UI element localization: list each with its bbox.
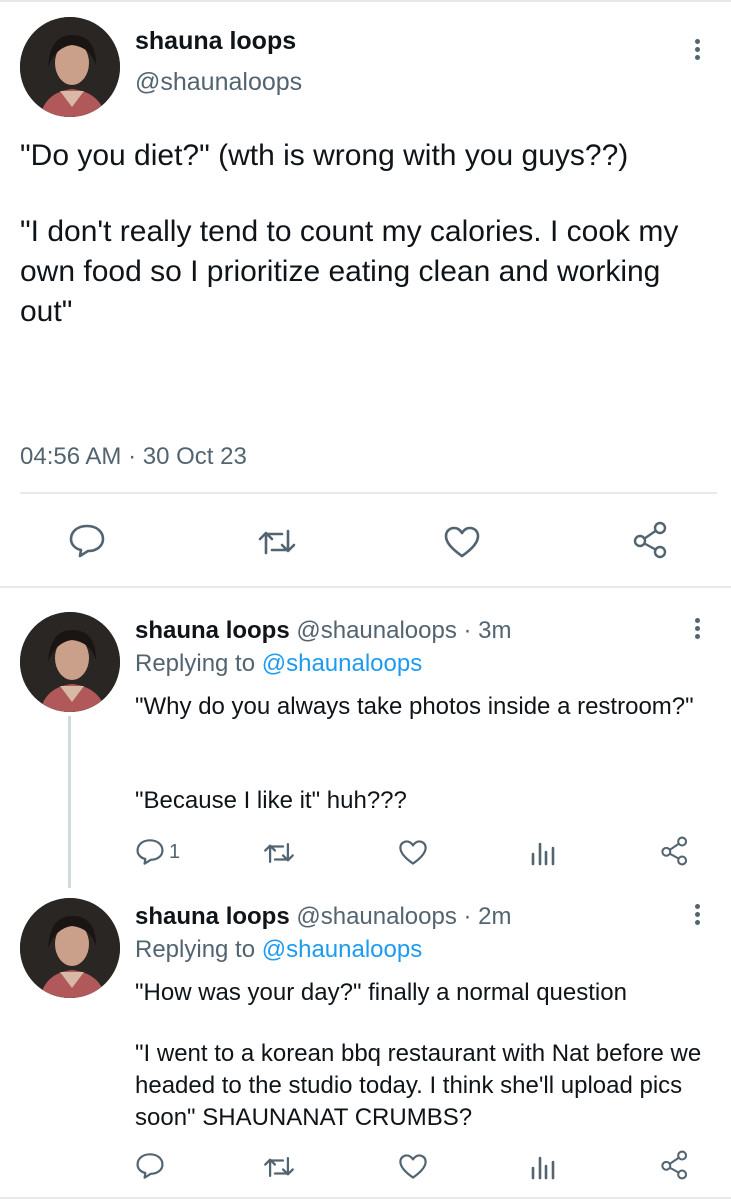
divider: [0, 1197, 731, 1199]
top-border: [0, 0, 731, 2]
display-name[interactable]: shauna loops: [135, 27, 296, 56]
like-icon[interactable]: [398, 839, 428, 866]
retweet-icon[interactable]: [262, 839, 296, 867]
analytics-icon[interactable]: [530, 838, 556, 866]
mention-link[interactable]: @shaunaloops: [262, 650, 422, 677]
divider: [0, 586, 731, 588]
display-name[interactable]: shauna loops: [135, 617, 290, 644]
avatar[interactable]: [20, 612, 120, 712]
more-options-icon[interactable]: [692, 618, 702, 642]
like-icon[interactable]: [443, 525, 481, 559]
tweet-text-line1: "Do you diet?" (wth is wrong with you gu…: [20, 139, 629, 172]
share-icon[interactable]: [660, 1150, 690, 1180]
thread-line: [68, 716, 71, 888]
replying-to: Replying to @shaunaloops: [135, 650, 422, 678]
handle[interactable]: @shaunaloops: [135, 68, 302, 97]
reply-header: shauna loops @shaunaloops · 2m: [135, 903, 512, 931]
more-options-icon[interactable]: [692, 904, 702, 928]
replying-to-label: Replying to: [135, 936, 262, 963]
tweet-timestamp[interactable]: 04:56 AM · 30 Oct 23: [20, 443, 247, 471]
reply-text-para2: "Because I like it" huh???: [135, 787, 407, 814]
display-name[interactable]: shauna loops: [135, 903, 290, 930]
more-options-icon[interactable]: [692, 39, 702, 63]
tweet-text-para2: "I don't really tend to count my calorie…: [20, 215, 687, 328]
handle-time[interactable]: @shaunaloops · 3m: [296, 617, 511, 644]
retweet-icon[interactable]: [256, 525, 298, 559]
handle-time[interactable]: @shaunaloops · 2m: [296, 903, 511, 930]
avatar[interactable]: [20, 17, 120, 117]
share-icon[interactable]: [632, 521, 670, 559]
reply-icon[interactable]: 1: [135, 838, 180, 866]
share-icon[interactable]: [660, 836, 690, 866]
avatar[interactable]: [20, 898, 120, 998]
reply-header: shauna loops @shaunaloops · 3m: [135, 617, 512, 645]
mention-link[interactable]: @shaunaloops: [262, 936, 422, 963]
like-icon[interactable]: [398, 1153, 428, 1180]
retweet-icon[interactable]: [262, 1153, 296, 1181]
reply-text-para1: "Why do you always take photos inside a …: [135, 693, 694, 720]
reply-icon[interactable]: [135, 1152, 169, 1180]
replying-to: Replying to @shaunaloops: [135, 936, 422, 964]
reply-text-para1: "How was your day?" finally a normal que…: [135, 979, 627, 1006]
divider: [20, 492, 717, 494]
analytics-icon[interactable]: [530, 1152, 556, 1180]
reply-icon[interactable]: [68, 523, 106, 559]
replying-to-label: Replying to: [135, 650, 262, 677]
reply-count: 1: [169, 840, 181, 863]
reply-text-para2: "I went to a korean bbq restaurant with …: [135, 1040, 708, 1131]
